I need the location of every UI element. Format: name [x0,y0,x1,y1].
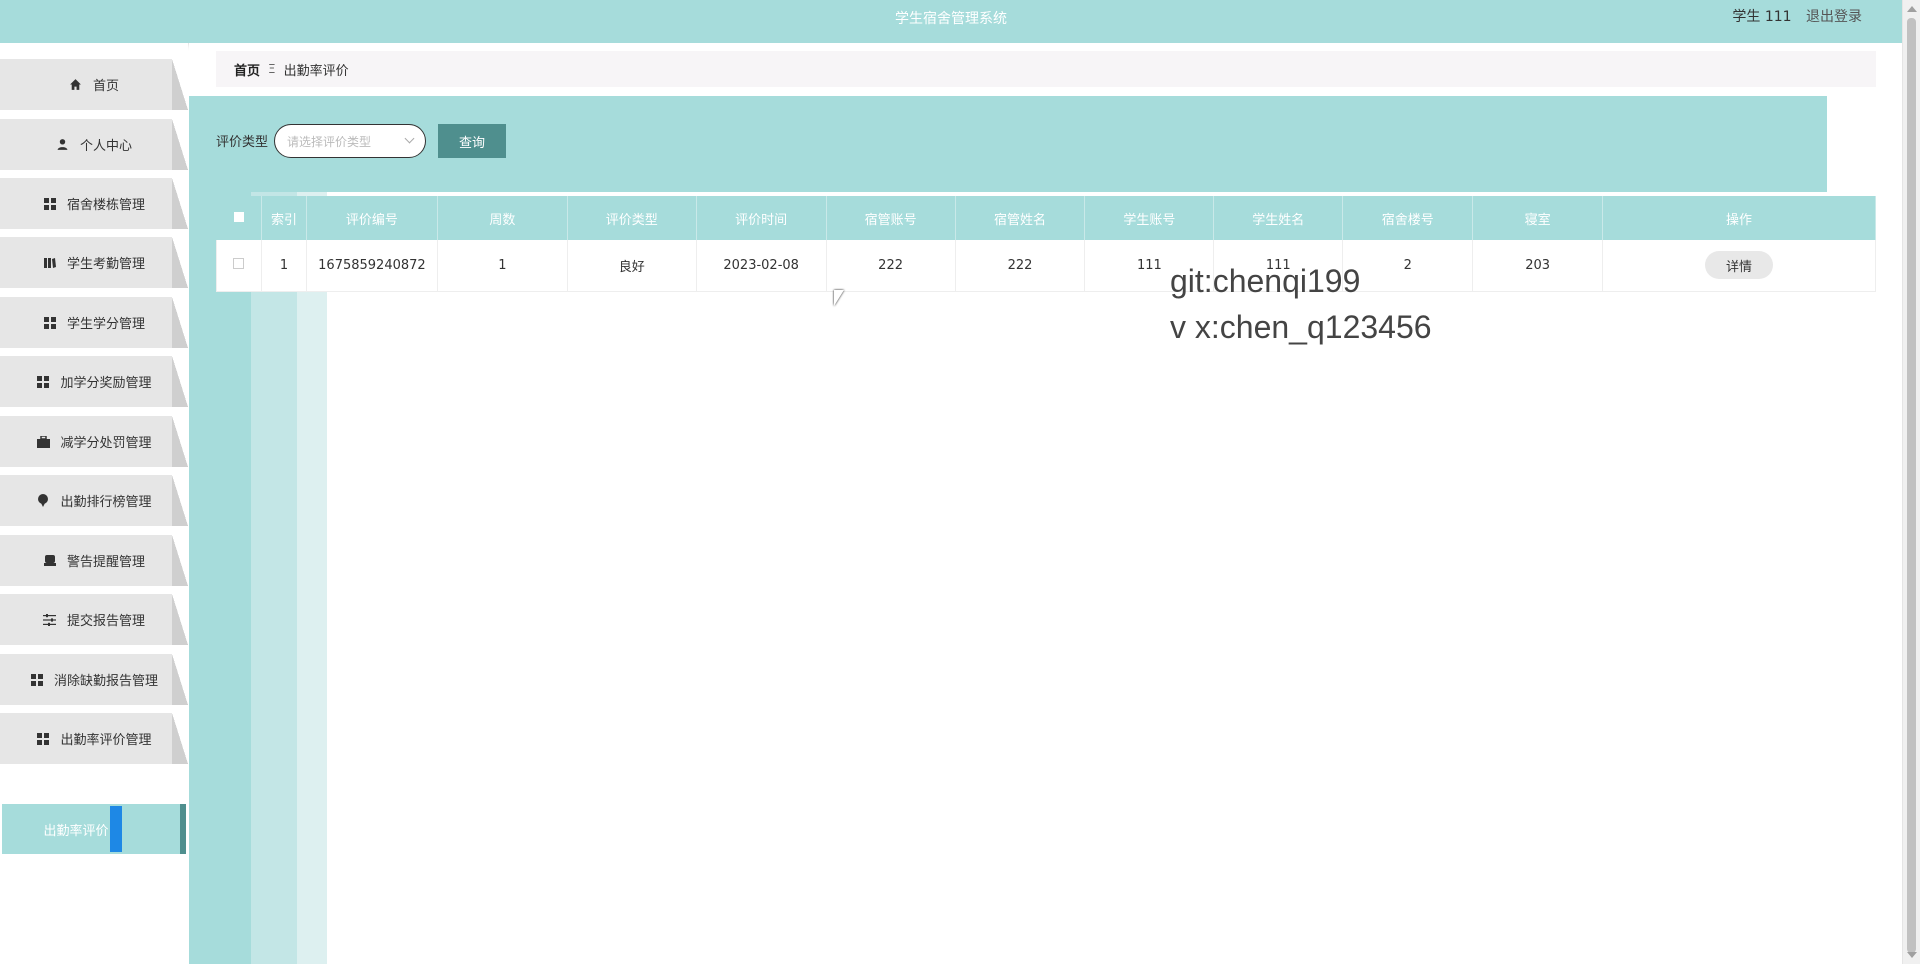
book-icon [43,256,57,270]
user-area: 学生 111 退出登录 [1722,6,1862,26]
breadcrumb: 首页 Ξ 出勤率评价 [216,51,1876,87]
sidebar-item-warning[interactable]: 警告提醒管理 [0,535,188,586]
sidebar-item-absence-report[interactable]: 消除缺勤报告管理 [0,654,188,705]
table-header: 宿管账号 [826,196,956,240]
table-header: 评价编号 [306,196,438,240]
logout-link[interactable]: 退出登录 [1806,9,1862,25]
table-header: 宿管姓名 [955,196,1086,240]
breadcrumb-separator: Ξ [268,62,276,76]
sidebar-item-evaluation[interactable]: 出勤率评价管理 [0,713,188,764]
table-header: 学生账号 [1084,196,1215,240]
cell-index: 1 [261,240,307,292]
sidebar-item-credits[interactable]: 学生学分管理 [0,297,188,348]
sidebar-item-profile[interactable]: 个人中心 [0,119,188,170]
select-placeholder: 请选择评价类型 [287,134,372,149]
cell-room: 203 [1472,240,1604,292]
scroll-down-icon[interactable] [1907,952,1917,958]
sliders-icon [43,613,57,627]
app-title: 学生宿舍管理系统 [895,11,1007,27]
search-panel: 评价类型 请选择评价类型 查询 [216,96,1827,192]
grid-icon [43,316,57,330]
cell-time: 2023-02-08 [696,240,827,292]
active-marker [110,806,122,852]
sidebar-item-label: 学生考勤管理 [66,257,145,272]
watermark-line: v x:chen_q123456 [1170,309,1432,345]
watermark: git:chenqi199 v x:chen_q123456 [1170,258,1432,350]
select-all-header[interactable] [216,196,262,240]
table-header: 评价类型 [567,196,697,240]
sidebar-item-label: 学生学分管理 [66,317,145,332]
sidebar-item-label: 警告提醒管理 [66,555,145,570]
table-header: 周数 [437,196,568,240]
sidebar-item-ranking[interactable]: 出勤排行榜管理 [0,475,188,526]
table-header-row: 索引 评价编号 周数 评价类型 评价时间 宿管账号 宿管姓名 学生账号 学生姓名… [216,196,1876,240]
sidebar-item-reward[interactable]: 加学分奖励管理 [0,356,188,407]
scroll-up-icon[interactable] [1907,6,1917,12]
table-row: 1 1675859240872 1 良好 2023-02-08 222 222 … [216,240,1876,292]
sidebar-subitem-label: 出勤率评价 [43,823,109,839]
sidebar-item-report[interactable]: 提交报告管理 [0,594,188,645]
watermark-line: git:chenqi199 [1170,263,1361,299]
cell-manager-name: 222 [955,240,1086,292]
sidebar-item-attendance[interactable]: 学生考勤管理 [0,237,188,288]
sidebar-item-label: 提交报告管理 [66,614,145,629]
sidebar-item-label: 消除缺勤报告管理 [53,674,158,689]
sidebar-item-building[interactable]: 宿舍楼栋管理 [0,178,188,229]
sidebar: 首页 个人中心 宿舍楼栋管理 学生考勤管理 学生学分管理 加学分奖励管理 减学分… [0,43,188,964]
table-header: 操作 [1602,196,1876,240]
cell-manager-account: 222 [826,240,956,292]
sidebar-item-label: 首页 [92,79,119,94]
table-header: 评价时间 [696,196,827,240]
vertical-scrollbar[interactable] [1902,0,1920,964]
grid-icon [30,673,44,687]
query-button[interactable]: 查询 [438,124,506,158]
row-checkbox[interactable] [233,257,245,269]
grid-icon [43,197,57,211]
table-header: 学生姓名 [1213,196,1344,240]
sidebar-item-label: 出勤率评价管理 [60,733,152,748]
sidebar-item-label: 加学分奖励管理 [60,376,152,391]
user-label: 学生 111 [1732,9,1792,25]
chevron-down-icon [404,133,415,144]
sidebar-item-label: 宿舍楼栋管理 [66,198,145,213]
table-header: 宿舍楼号 [1342,196,1474,240]
cell-action: 详情 [1602,240,1876,292]
breadcrumb-current: 出勤率评价 [283,63,349,79]
cell-type: 良好 [567,240,697,292]
cell-code: 1675859240872 [306,240,438,292]
grid-icon [36,375,50,389]
evaluation-type-select[interactable]: 请选择评价类型 [274,124,426,158]
sidebar-item-home[interactable]: 首页 [0,59,188,110]
briefcase-icon [36,435,50,449]
table-header: 索引 [261,196,307,240]
printer-icon [43,554,57,568]
sidebar-item-penalty[interactable]: 减学分处罚管理 [0,416,188,467]
data-table: 索引 评价编号 周数 评价类型 评价时间 宿管账号 宿管姓名 学生账号 学生姓名… [216,196,1876,292]
detail-button[interactable]: 详情 [1705,251,1774,280]
grid-icon [36,732,50,746]
sidebar-item-label: 减学分处罚管理 [60,436,152,451]
top-bar: 学生宿舍管理系统 学生 111 退出登录 [0,0,1902,43]
home-icon [69,78,83,92]
breadcrumb-home[interactable]: 首页 [234,60,260,79]
sidebar-subitem-evaluation[interactable]: 出勤率评价 [2,804,186,854]
search-type-label: 评价类型 [216,135,269,150]
user-icon [56,138,70,152]
sidebar-item-label: 个人中心 [79,139,132,154]
scrollbar-thumb[interactable] [1907,18,1916,953]
table-header: 寝室 [1472,196,1604,240]
select-all-checkbox[interactable] [233,211,244,222]
pin-icon [36,494,50,508]
sidebar-item-label: 出勤排行榜管理 [60,495,152,510]
cell-week: 1 [437,240,568,292]
row-select-cell[interactable] [216,240,262,292]
mouse-cursor [834,290,844,306]
